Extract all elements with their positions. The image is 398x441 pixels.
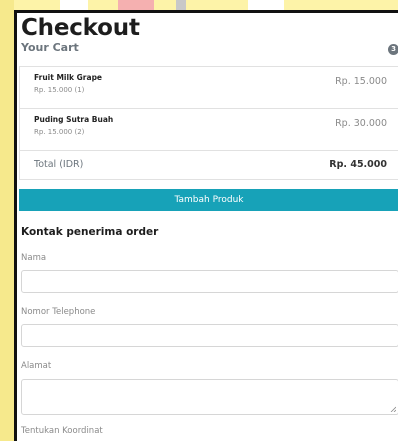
background-tile [60,0,88,10]
name-field[interactable] [21,270,398,293]
cart-list: Fruit Milk Grape Rp. 15.000 (1) Rp. 15.0… [19,66,398,180]
cart-item: Fruit Milk Grape Rp. 15.000 (1) Rp. 15.0… [20,67,398,109]
phone-label: Nomor Telephone [21,307,96,317]
cart-item-name: Fruit Milk Grape [34,73,103,82]
background-pink-block [118,0,154,10]
background-tile [248,0,284,10]
cart-item-price: Rp. 15.000 [335,76,387,87]
name-label: Nama [21,253,47,263]
cart-item-unit-price: Rp. 15.000 (1) [34,86,85,94]
address-field[interactable] [21,379,398,415]
cart-heading: Your Cart [21,41,79,54]
address-label: Alamat [21,361,52,371]
cart-item: Puding Sutra Buah Rp. 15.000 (2) Rp. 30.… [20,109,398,151]
checkout-panel: Checkout Your Cart 3 Fruit Milk Grape Rp… [14,10,398,441]
cart-item-name: Puding Sutra Buah [34,115,114,124]
coordinate-label: Tentukan Koordinat [21,426,103,436]
cart-item-unit-price: Rp. 15.000 (2) [34,128,85,136]
add-product-button[interactable]: Tambah Produk [19,189,398,211]
cart-item-price: Rp. 30.000 [335,118,387,129]
page-title: Checkout [21,15,140,41]
total-value: Rp. 45.000 [329,159,387,170]
contact-section-title: Kontak penerima order [21,226,159,238]
cart-count-badge: 3 [388,44,398,55]
total-label: Total (IDR) [34,159,84,170]
phone-field[interactable] [21,324,398,347]
background-tile [0,0,14,441]
cart-total-row: Total (IDR) Rp. 45.000 [20,151,398,179]
background-tile [176,0,186,10]
resize-grip-icon[interactable] [390,406,396,412]
